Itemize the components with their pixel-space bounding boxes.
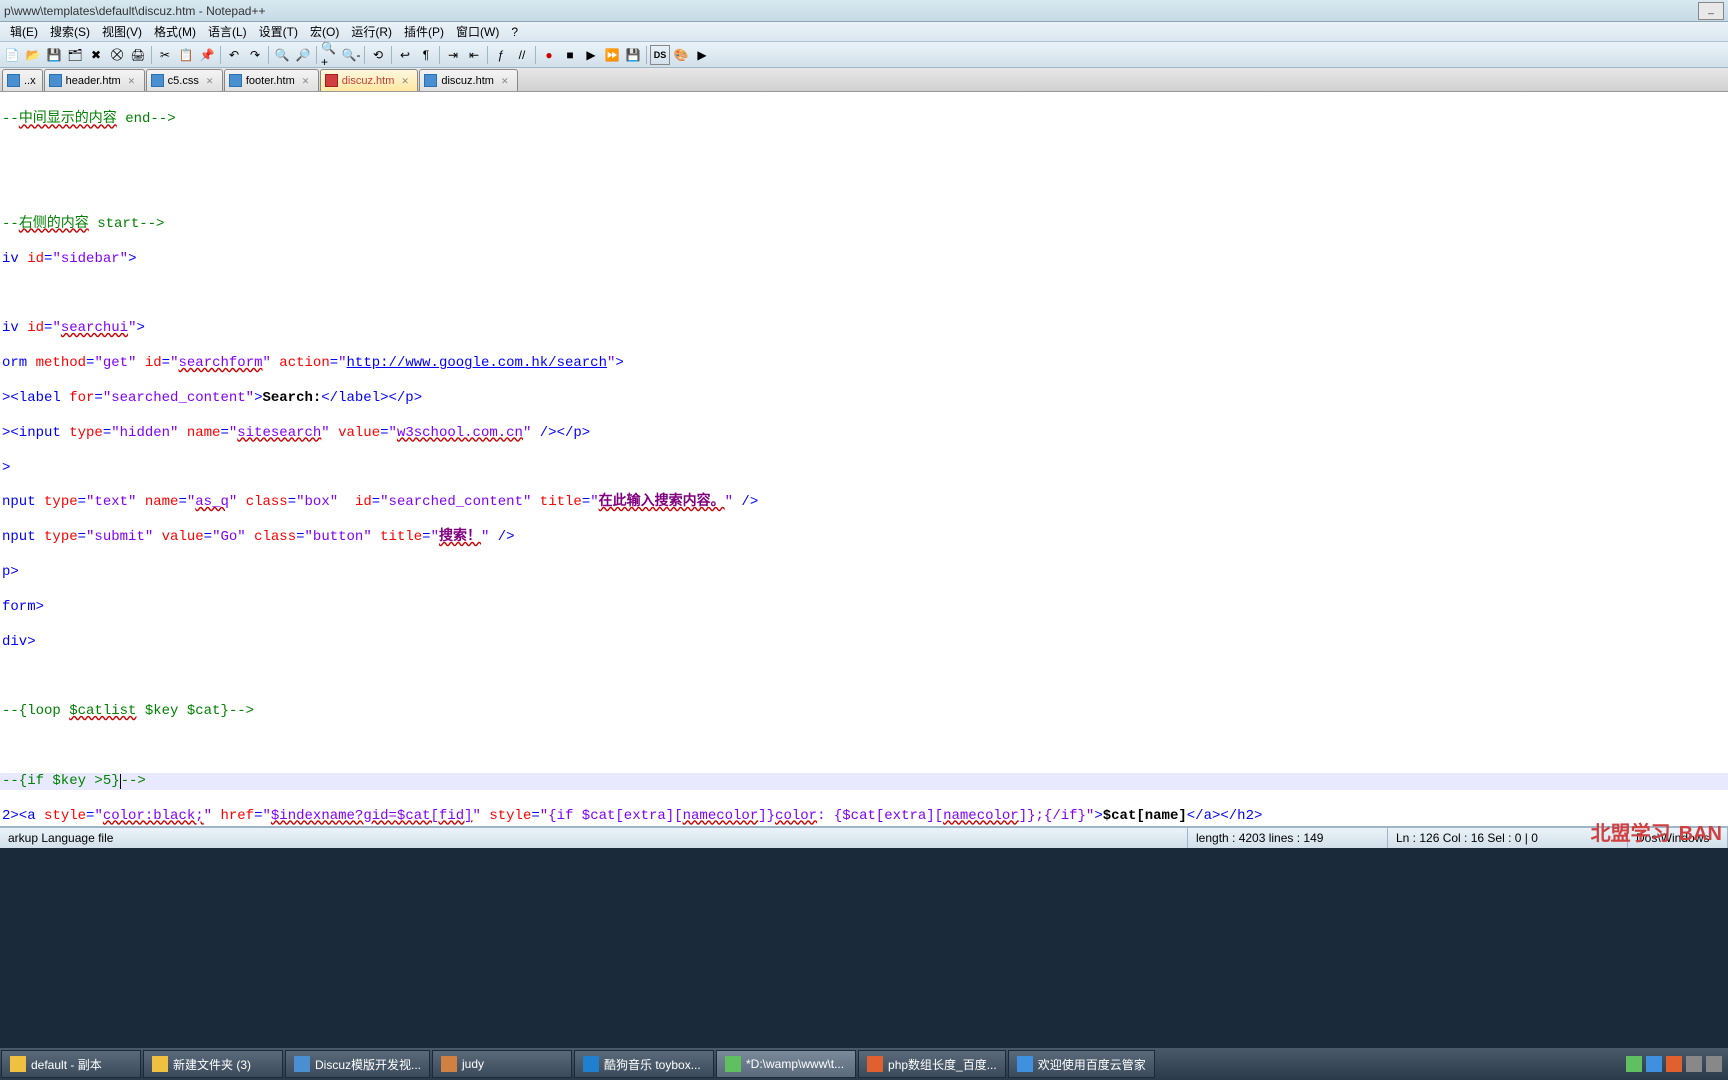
tab-css[interactable]: c5.css✕ xyxy=(146,69,223,91)
tray-icon[interactable] xyxy=(1666,1056,1682,1072)
tab-0[interactable]: ..x xyxy=(2,69,43,91)
tab-close-icon[interactable]: ✕ xyxy=(128,76,138,86)
comment-icon[interactable]: // xyxy=(512,45,532,65)
open-icon[interactable]: 📂 xyxy=(23,45,43,65)
volume-icon[interactable] xyxy=(1686,1056,1702,1072)
file-icon xyxy=(49,74,62,87)
minimize-button[interactable]: _ xyxy=(1698,2,1724,20)
savemacro-icon[interactable]: 💾 xyxy=(623,45,643,65)
undo-icon[interactable]: ↶ xyxy=(224,45,244,65)
record-icon[interactable]: ● xyxy=(539,45,559,65)
desktop-background xyxy=(0,848,1728,1048)
status-length: length : 4203 lines : 149 xyxy=(1188,828,1388,848)
taskbar-item[interactable]: Discuz模版开发视... xyxy=(285,1050,430,1078)
ds-icon[interactable]: DS xyxy=(650,45,670,65)
close-icon[interactable]: ✖ xyxy=(86,45,106,65)
tab-header[interactable]: header.htm✕ xyxy=(44,69,145,91)
toolbar: 📄 📂 💾 🗂 ✖ ⛒ 🖨 ✂ 📋 📌 ↶ ↷ 🔍 🔎 🔍+ 🔍- ⟲ ↩ ¶ … xyxy=(0,42,1728,68)
menubar: 辑(E) 搜索(S) 视图(V) 格式(M) 语言(L) 设置(T) 宏(O) … xyxy=(0,22,1728,42)
playfast-icon[interactable]: ⏩ xyxy=(602,45,622,65)
copy-icon[interactable]: 📋 xyxy=(176,45,196,65)
code-editor[interactable]: --中间显示的内容 end--> --右侧的内容 start--> iv id=… xyxy=(0,92,1728,826)
play-icon[interactable]: ▶ xyxy=(581,45,601,65)
browser-icon xyxy=(867,1056,883,1072)
menu-language[interactable]: 语言(L) xyxy=(202,23,253,40)
tray-icon[interactable] xyxy=(1646,1056,1662,1072)
file-icon xyxy=(325,74,338,87)
app-icon xyxy=(294,1056,310,1072)
folder-icon xyxy=(152,1056,168,1072)
color-icon[interactable]: 🎨 xyxy=(671,45,691,65)
run-icon[interactable]: ▶ xyxy=(692,45,712,65)
taskbar: default - 副本 新建文件夹 (3) Discuz模版开发视... ju… xyxy=(0,1048,1728,1080)
menu-view[interactable]: 视图(V) xyxy=(96,23,148,40)
folder-icon xyxy=(10,1056,26,1072)
outdent-icon[interactable]: ⇤ xyxy=(464,45,484,65)
tabbar: ..x header.htm✕ c5.css✕ footer.htm✕ disc… xyxy=(0,68,1728,92)
showall-icon[interactable]: ¶ xyxy=(416,45,436,65)
redo-icon[interactable]: ↷ xyxy=(245,45,265,65)
file-icon xyxy=(424,74,437,87)
zoomout-icon[interactable]: 🔍- xyxy=(341,45,361,65)
menu-settings[interactable]: 设置(T) xyxy=(253,23,304,40)
tab-close-icon[interactable]: ✕ xyxy=(206,76,216,86)
titlebar: p\www\templates\default\discuz.htm - Not… xyxy=(0,0,1728,22)
menu-edit[interactable]: 辑(E) xyxy=(4,23,44,40)
find-icon[interactable]: 🔍 xyxy=(272,45,292,65)
taskbar-item[interactable]: *D:\wamp\www\t... xyxy=(716,1050,856,1078)
tab-close-icon[interactable]: ✕ xyxy=(401,76,411,86)
menu-macro[interactable]: 宏(O) xyxy=(304,23,345,40)
file-icon xyxy=(151,74,164,87)
menu-help[interactable]: ? xyxy=(505,25,524,39)
menu-window[interactable]: 窗口(W) xyxy=(450,23,505,40)
taskbar-item[interactable]: 欢迎使用百度云管家 xyxy=(1008,1050,1155,1078)
replace-icon[interactable]: 🔎 xyxy=(293,45,313,65)
system-tray[interactable] xyxy=(1626,1056,1728,1072)
statusbar: arkup Language file length : 4203 lines … xyxy=(0,826,1728,848)
closeall-icon[interactable]: ⛒ xyxy=(107,45,127,65)
menu-run[interactable]: 运行(R) xyxy=(345,23,398,40)
window-title: p\www\templates\default\discuz.htm - Not… xyxy=(4,4,265,18)
music-icon xyxy=(583,1056,599,1072)
notepad-icon xyxy=(725,1056,741,1072)
taskbar-item[interactable]: judy xyxy=(432,1050,572,1078)
taskbar-item[interactable]: 新建文件夹 (3) xyxy=(143,1050,283,1078)
taskbar-item[interactable]: php数组长度_百度... xyxy=(858,1050,1006,1078)
saveall-icon[interactable]: 🗂 xyxy=(65,45,85,65)
print-icon[interactable]: 🖨 xyxy=(128,45,148,65)
app-icon xyxy=(441,1056,457,1072)
network-icon[interactable] xyxy=(1706,1056,1722,1072)
func-icon[interactable]: ƒ xyxy=(491,45,511,65)
wrap-icon[interactable]: ↩ xyxy=(395,45,415,65)
stop-icon[interactable]: ■ xyxy=(560,45,580,65)
indent-icon[interactable]: ⇥ xyxy=(443,45,463,65)
watermark: 北盟学习BAN xyxy=(1591,817,1722,846)
menu-format[interactable]: 格式(M) xyxy=(148,23,202,40)
taskbar-item[interactable]: 酷狗音乐 toybox... xyxy=(574,1050,714,1078)
file-icon xyxy=(229,74,242,87)
tab-discuz-active[interactable]: discuz.htm✕ xyxy=(320,69,419,91)
file-icon xyxy=(7,74,20,87)
tab-close-icon[interactable]: ✕ xyxy=(501,76,511,86)
sync-icon[interactable]: ⟲ xyxy=(368,45,388,65)
taskbar-item[interactable]: default - 副本 xyxy=(1,1050,141,1078)
status-language: arkup Language file xyxy=(0,828,1188,848)
cut-icon[interactable]: ✂ xyxy=(155,45,175,65)
menu-search[interactable]: 搜索(S) xyxy=(44,23,96,40)
cloud-icon xyxy=(1017,1056,1033,1072)
tab-close-icon[interactable]: ✕ xyxy=(302,76,312,86)
tab-discuz-2[interactable]: discuz.htm✕ xyxy=(419,69,518,91)
menu-plugins[interactable]: 插件(P) xyxy=(398,23,450,40)
tray-icon[interactable] xyxy=(1626,1056,1642,1072)
tab-footer[interactable]: footer.htm✕ xyxy=(224,69,319,91)
save-icon[interactable]: 💾 xyxy=(44,45,64,65)
new-icon[interactable]: 📄 xyxy=(2,45,22,65)
paste-icon[interactable]: 📌 xyxy=(197,45,217,65)
zoomin-icon[interactable]: 🔍+ xyxy=(320,45,340,65)
